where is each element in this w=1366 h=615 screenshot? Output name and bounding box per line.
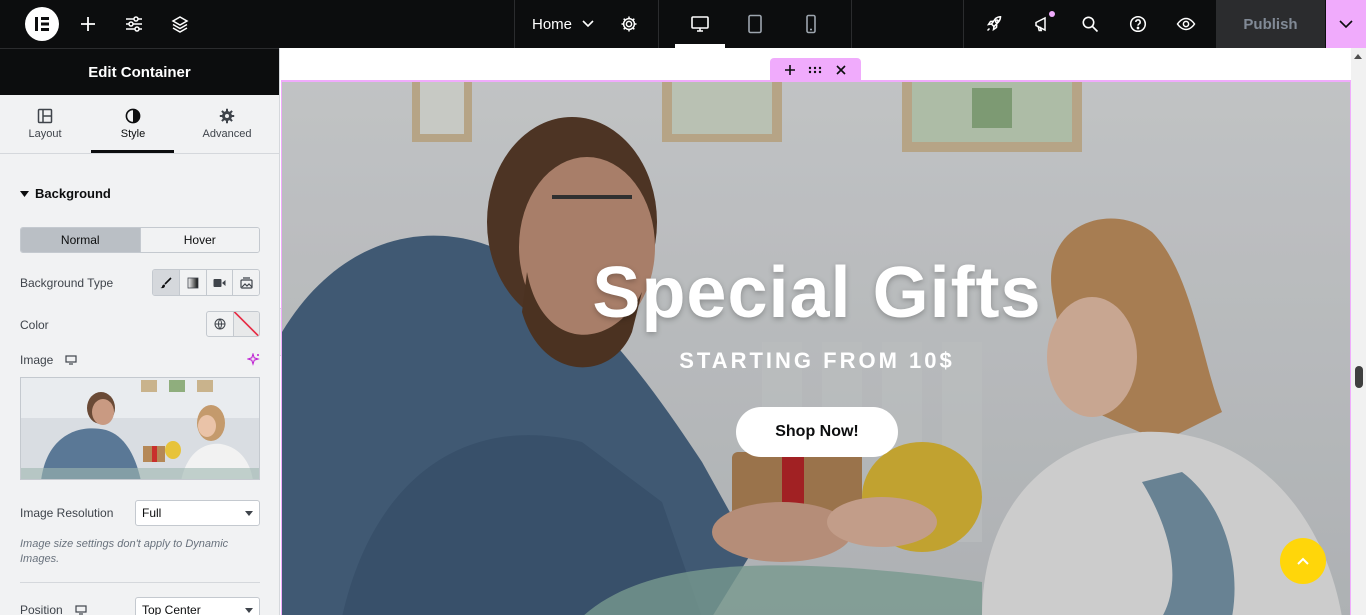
ai-sparkle-icon[interactable] xyxy=(246,352,260,369)
page-name: Home xyxy=(532,15,573,33)
preview-eye-icon[interactable] xyxy=(1172,0,1200,48)
image-resolution-label: Image Resolution xyxy=(20,506,114,520)
tab-advanced-label: Advanced xyxy=(202,128,252,140)
layout-icon xyxy=(37,108,53,124)
image-size-note: Image size settings don't apply to Dynam… xyxy=(20,538,229,565)
hero-title: Special Gifts xyxy=(592,253,1042,333)
canvas-scrollbar[interactable] xyxy=(1351,48,1366,615)
slideshow-icon[interactable] xyxy=(232,270,259,295)
publish-button[interactable]: Publish xyxy=(1216,0,1325,48)
site-settings-sliders-icon[interactable] xyxy=(120,0,148,48)
hero-subtitle: STARTING FROM 10$ xyxy=(679,348,955,373)
chevron-down-icon xyxy=(1339,19,1353,28)
drag-handle-icon[interactable] xyxy=(808,66,822,74)
classic-brush-icon[interactable] xyxy=(153,270,179,295)
panel-tabs: Layout Style Advanced xyxy=(0,95,279,154)
position-value: Top Center xyxy=(142,603,201,615)
global-colors-globe-icon[interactable] xyxy=(207,312,233,336)
rocket-icon[interactable] xyxy=(980,0,1008,48)
section-background-toggle[interactable]: Background xyxy=(20,186,111,201)
image-resolution-select[interactable]: Full xyxy=(135,500,260,526)
desktop-view-icon[interactable] xyxy=(675,0,725,48)
chevron-down-icon xyxy=(582,20,594,28)
active-tab-indicator xyxy=(91,150,174,153)
tab-style-label: Style xyxy=(120,128,146,140)
tab-layout-label: Layout xyxy=(28,128,62,140)
background-type-control xyxy=(152,269,260,296)
image-resolution-value: Full xyxy=(142,506,162,520)
divider xyxy=(658,0,659,48)
add-icon[interactable] xyxy=(784,64,795,75)
add-element-icon[interactable] xyxy=(74,0,102,48)
top-bar: Home Publish xyxy=(0,0,1366,48)
position-label-row: Position xyxy=(20,603,87,615)
background-image-preview[interactable] xyxy=(20,377,260,480)
normal-state-button[interactable]: Normal xyxy=(21,228,140,252)
publish-options-button[interactable] xyxy=(1326,0,1366,48)
tab-layout[interactable]: Layout xyxy=(0,95,90,153)
divider xyxy=(851,0,852,48)
desktop-responsive-icon[interactable] xyxy=(75,605,87,615)
shop-now-button[interactable]: Shop Now! xyxy=(736,407,898,457)
gear-icon xyxy=(219,108,235,124)
editor-canvas: Special Gifts STARTING FROM 10$ Shop Now… xyxy=(281,48,1366,615)
tab-style[interactable]: Style xyxy=(88,95,178,153)
video-icon[interactable] xyxy=(205,270,233,295)
panel-title: Edit Container xyxy=(0,48,279,95)
position-select[interactable]: Top Center xyxy=(135,597,260,615)
color-control xyxy=(206,311,260,337)
editor-panel: Edit Container Layout Style Advanced Bac… xyxy=(0,48,280,615)
help-icon[interactable] xyxy=(1124,0,1152,48)
container-handle xyxy=(770,58,861,81)
notifications-megaphone-icon[interactable] xyxy=(1028,0,1056,48)
tab-advanced[interactable]: Advanced xyxy=(182,95,272,153)
scroll-to-top-button[interactable] xyxy=(1280,538,1326,584)
scroll-up-arrow-icon[interactable] xyxy=(1354,54,1362,59)
divider xyxy=(963,0,964,48)
caret-down-icon xyxy=(245,607,253,613)
page-settings-gear-icon[interactable] xyxy=(615,0,643,48)
hero-container[interactable]: Special Gifts STARTING FROM 10$ Shop Now… xyxy=(281,80,1351,615)
color-swatch[interactable] xyxy=(232,312,259,336)
mobile-view-icon[interactable] xyxy=(786,0,836,48)
color-label: Color xyxy=(20,318,49,332)
image-label-row: Image xyxy=(20,353,77,367)
position-label: Position xyxy=(20,603,63,615)
notification-dot xyxy=(1049,11,1055,17)
close-icon[interactable] xyxy=(836,64,846,75)
structure-layers-icon[interactable] xyxy=(166,0,194,48)
caret-down-icon xyxy=(20,190,29,197)
chevron-up-icon xyxy=(1297,557,1309,565)
divider xyxy=(20,582,260,583)
contrast-icon xyxy=(125,108,141,124)
image-label: Image xyxy=(20,353,54,367)
scrollbar-thumb[interactable] xyxy=(1355,366,1363,388)
background-type-label: Background Type xyxy=(20,276,114,290)
divider xyxy=(514,0,515,48)
state-toggle: Normal Hover xyxy=(20,227,260,253)
page-selector[interactable]: Home xyxy=(532,0,594,48)
caret-down-icon xyxy=(245,510,253,516)
hover-state-button[interactable]: Hover xyxy=(139,228,259,252)
elementor-logo-icon[interactable] xyxy=(25,7,59,41)
section-title: Background xyxy=(35,186,111,201)
desktop-responsive-icon[interactable] xyxy=(65,355,77,365)
search-icon[interactable] xyxy=(1076,0,1104,48)
gradient-icon[interactable] xyxy=(178,270,206,295)
tablet-view-icon[interactable] xyxy=(730,0,780,48)
